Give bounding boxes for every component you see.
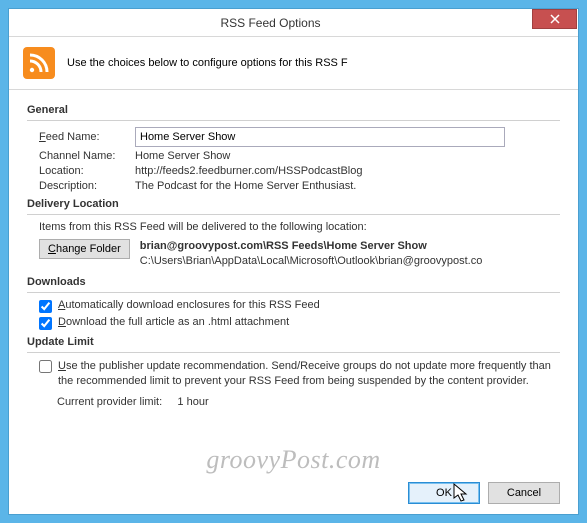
section-general-heading: General [27, 104, 560, 116]
description-value: The Podcast for the Home Server Enthusia… [135, 180, 356, 192]
section-update-heading: Update Limit [27, 336, 560, 348]
current-limit-label: Current provider limit: [57, 396, 162, 408]
delivery-note: Items from this RSS Feed will be deliver… [39, 221, 560, 233]
full-article-label: Download the full article as an .html at… [58, 316, 289, 328]
full-article-checkbox[interactable] [39, 317, 52, 330]
content-area: General Feed Name: Channel Name: Home Se… [9, 90, 578, 474]
header-hint: Use the choices below to configure optio… [67, 57, 348, 69]
current-limit-row: Current provider limit: 1 hour [57, 396, 560, 408]
cancel-button[interactable]: Cancel [488, 482, 560, 504]
window-chrome: RSS Feed Options Use the choices below t… [0, 0, 587, 523]
divider [27, 214, 560, 215]
dialog-footer: OK Cancel [9, 474, 578, 514]
location-label: Location: [39, 165, 129, 177]
titlebar: RSS Feed Options [9, 9, 578, 37]
rss-icon [23, 47, 55, 79]
channel-name-label: Channel Name: [39, 150, 129, 162]
delivery-path-main: brian@groovypost.com\RSS Feeds\Home Serv… [140, 239, 483, 254]
close-icon [550, 14, 560, 24]
section-downloads-heading: Downloads [27, 276, 560, 288]
update-limit-checkbox[interactable] [39, 360, 52, 373]
auto-download-checkbox[interactable] [39, 300, 52, 313]
dialog-window: RSS Feed Options Use the choices below t… [8, 8, 579, 515]
window-title: RSS Feed Options [9, 16, 532, 30]
ok-button[interactable]: OK [408, 482, 480, 504]
section-delivery-heading: Delivery Location [27, 198, 560, 210]
auto-download-label: Automatically download enclosures for th… [58, 299, 320, 311]
current-limit-value: 1 hour [177, 396, 208, 408]
update-limit-label: Use the publisher update recommendation.… [58, 359, 560, 389]
channel-name-value: Home Server Show [135, 150, 230, 162]
delivery-path-file: C:\Users\Brian\AppData\Local\Microsoft\O… [140, 254, 483, 269]
location-value: http://feeds2.feedburner.com/HSSPodcastB… [135, 165, 362, 177]
divider [27, 292, 560, 293]
feed-name-label: Feed Name: [39, 131, 129, 143]
feed-name-input[interactable] [135, 127, 505, 147]
close-button[interactable] [532, 9, 577, 29]
divider [27, 120, 560, 121]
change-folder-button[interactable]: Change Folder [39, 239, 130, 259]
description-label: Description: [39, 180, 129, 192]
divider [27, 352, 560, 353]
header-band: Use the choices below to configure optio… [9, 37, 578, 90]
delivery-path: brian@groovypost.com\RSS Feeds\Home Serv… [140, 239, 483, 270]
